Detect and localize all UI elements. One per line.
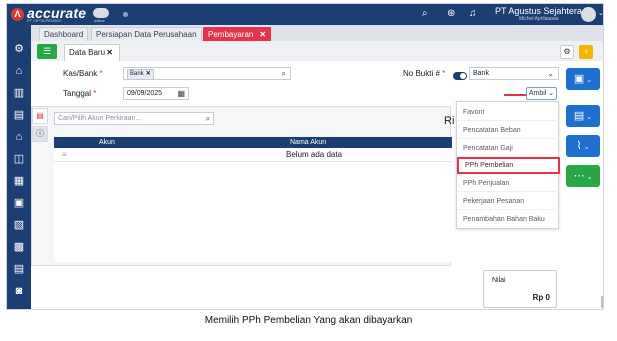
detail-tab-icon[interactable]: ▤: [32, 108, 48, 124]
finance-icon[interactable]: ◫: [11, 151, 27, 167]
column-nama-akun[interactable]: Nama Akun: [290, 137, 326, 148]
nilai-value: Rp 0: [532, 293, 550, 302]
cloud-icon: [93, 8, 109, 18]
cart-icon[interactable]: ▦: [11, 173, 27, 189]
list-button[interactable]: ☰: [37, 44, 57, 59]
document-button[interactable]: ▤ ⌄: [566, 105, 600, 127]
tanggal-label: Tanggal *: [63, 89, 97, 98]
purchase-icon[interactable]: ⌂: [11, 129, 27, 145]
chevron-down-icon[interactable]: ⌄: [547, 68, 554, 79]
inventory-icon[interactable]: ▧: [11, 217, 27, 233]
account-search-input[interactable]: Cari/Pilih Akun Perkiraan... ⌕: [54, 112, 214, 125]
user-name: Michel Aprilaaaaa: [519, 16, 559, 22]
menu-item-pencatatan-beban[interactable]: Pencatatan Beban: [457, 122, 560, 139]
menu-item-penambahan-bahan-baku[interactable]: Penambahan Bahan Baku: [457, 211, 560, 228]
warehouse-icon[interactable]: ⌂: [11, 63, 27, 79]
caption: Memilih PPh Pembelian Yang akan dibayark…: [204, 315, 413, 326]
info-tab-icon[interactable]: ⓘ: [32, 126, 48, 142]
ambil-dropdown-menu: Favorit Pencatatan Beban Pencatatan Gaji…: [456, 101, 560, 229]
sub-tab-bar: ☰ Data Baru ✕ ⚙ ♀: [31, 41, 603, 61]
company-name[interactable]: PT Agustus Sejahtera: [495, 6, 582, 16]
tanggal-value: 09/09/2025: [127, 90, 163, 97]
attachment-button[interactable]: ⌇ ⌄: [566, 135, 600, 157]
tab-label: Data Baru: [69, 48, 106, 57]
calendar-icon[interactable]: ▦: [177, 88, 185, 99]
bank-chip[interactable]: Bank ✕: [127, 69, 154, 80]
scrollbar[interactable]: [601, 296, 603, 308]
tab-dashboard[interactable]: Dashboard: [39, 27, 89, 41]
search-icon[interactable]: ⌕: [422, 8, 428, 20]
tab-label: Dashboard: [44, 30, 84, 39]
rincian-label: Ri: [444, 115, 455, 127]
logo-icon: Λ: [11, 8, 24, 21]
table-body: [54, 162, 452, 262]
truck-icon[interactable]: ▣: [11, 195, 27, 211]
total-value-box: Nilai Rp 0: [483, 270, 557, 308]
close-icon[interactable]: ✕: [106, 45, 113, 60]
kas-bank-field[interactable]: Bank ✕ ⌕: [123, 67, 291, 80]
menu-item-pph-pembelian[interactable]: PPh Pembelian: [457, 157, 560, 174]
ambil-button[interactable]: Ambil ⌄: [526, 87, 557, 100]
kas-bank-label: Kas/Bank *: [63, 69, 103, 78]
report-icon[interactable]: ▩: [11, 239, 27, 255]
calculator-icon[interactable]: ▤: [11, 261, 27, 277]
app-window: Λ accurate PT CIPTA PIRANTI online ⌕ ⊛ ♫…: [6, 3, 604, 310]
no-bukti-value: Bank: [473, 70, 489, 77]
top-bar: Λ accurate PT CIPTA PIRANTI online ⌕ ⊛ ♫…: [7, 4, 603, 25]
user-icon[interactable]: ◙: [11, 283, 27, 299]
auto-number-toggle[interactable]: [453, 72, 467, 80]
sidebar: ⚙ ⌂ ▥ ▤ ⌂ ◫ ▦ ▣ ▧ ▩ ▤ ◙: [7, 25, 31, 309]
gear-icon[interactable]: ⚙: [560, 45, 574, 59]
no-bukti-label: No Bukti # *: [403, 69, 446, 78]
status-dot-icon: [123, 12, 128, 17]
tab-pembayaran[interactable]: Pembayaran ✕: [203, 27, 272, 41]
bell-icon[interactable]: ♫: [469, 8, 477, 20]
column-akun[interactable]: Akun: [99, 137, 115, 148]
tab-persiapan-data[interactable]: Persiapan Data Perusahaan: [91, 27, 202, 41]
lightbulb-icon[interactable]: ♀: [579, 45, 593, 59]
no-bukti-field[interactable]: Bank ⌄: [469, 67, 559, 80]
settings-icon[interactable]: ⚙: [11, 41, 27, 57]
search-placeholder: Cari/Pilih Akun Perkiraan...: [58, 115, 142, 122]
nilai-label: Nilai: [492, 277, 506, 284]
chevron-down-icon[interactable]: ⌄: [598, 9, 603, 17]
tab-bar: Dashboard Persiapan Data Perusahaan Pemb…: [31, 25, 603, 41]
drag-handle-icon[interactable]: ≡: [62, 148, 67, 162]
menu-item-pencatatan-gaji[interactable]: Pencatatan Gaji: [457, 140, 560, 157]
logo-subtitle: PT CIPTA PIRANTI: [27, 18, 62, 23]
tab-label: Pembayaran: [208, 30, 254, 39]
search-icon[interactable]: ⌕: [206, 113, 210, 124]
menu-item-favorit[interactable]: Favorit: [457, 104, 560, 121]
avatar[interactable]: [581, 7, 596, 22]
cloud-label: online: [94, 18, 105, 23]
search-icon[interactable]: ⌕: [282, 68, 286, 79]
table-row: ≡ Belum ada data: [54, 148, 452, 162]
tanggal-field[interactable]: 09/09/2025 ▦: [123, 87, 189, 100]
more-button[interactable]: ⋯ ⌄: [566, 165, 600, 187]
detail-area: ▤ ⓘ Cari/Pilih Akun Perkiraan... ⌕ Ri Ak…: [31, 106, 455, 266]
tab-data-baru[interactable]: Data Baru ✕: [64, 44, 120, 61]
close-icon[interactable]: ✕: [259, 30, 266, 39]
help-icon[interactable]: ⊛: [447, 8, 455, 20]
sales-icon[interactable]: ▤: [11, 107, 27, 123]
menu-item-pekerjaan-pesanan[interactable]: Pekerjaan Pesanan: [457, 193, 560, 210]
table-header: Akun Nama Akun: [54, 137, 452, 148]
bank-icon[interactable]: ▥: [11, 85, 27, 101]
tab-label: Persiapan Data Perusahaan: [96, 30, 197, 39]
save-button[interactable]: ▣ ⌄: [566, 68, 600, 90]
menu-item-pph-penjualan[interactable]: PPh Penjualan: [457, 175, 560, 192]
empty-state-text: Belum ada data: [286, 150, 343, 159]
